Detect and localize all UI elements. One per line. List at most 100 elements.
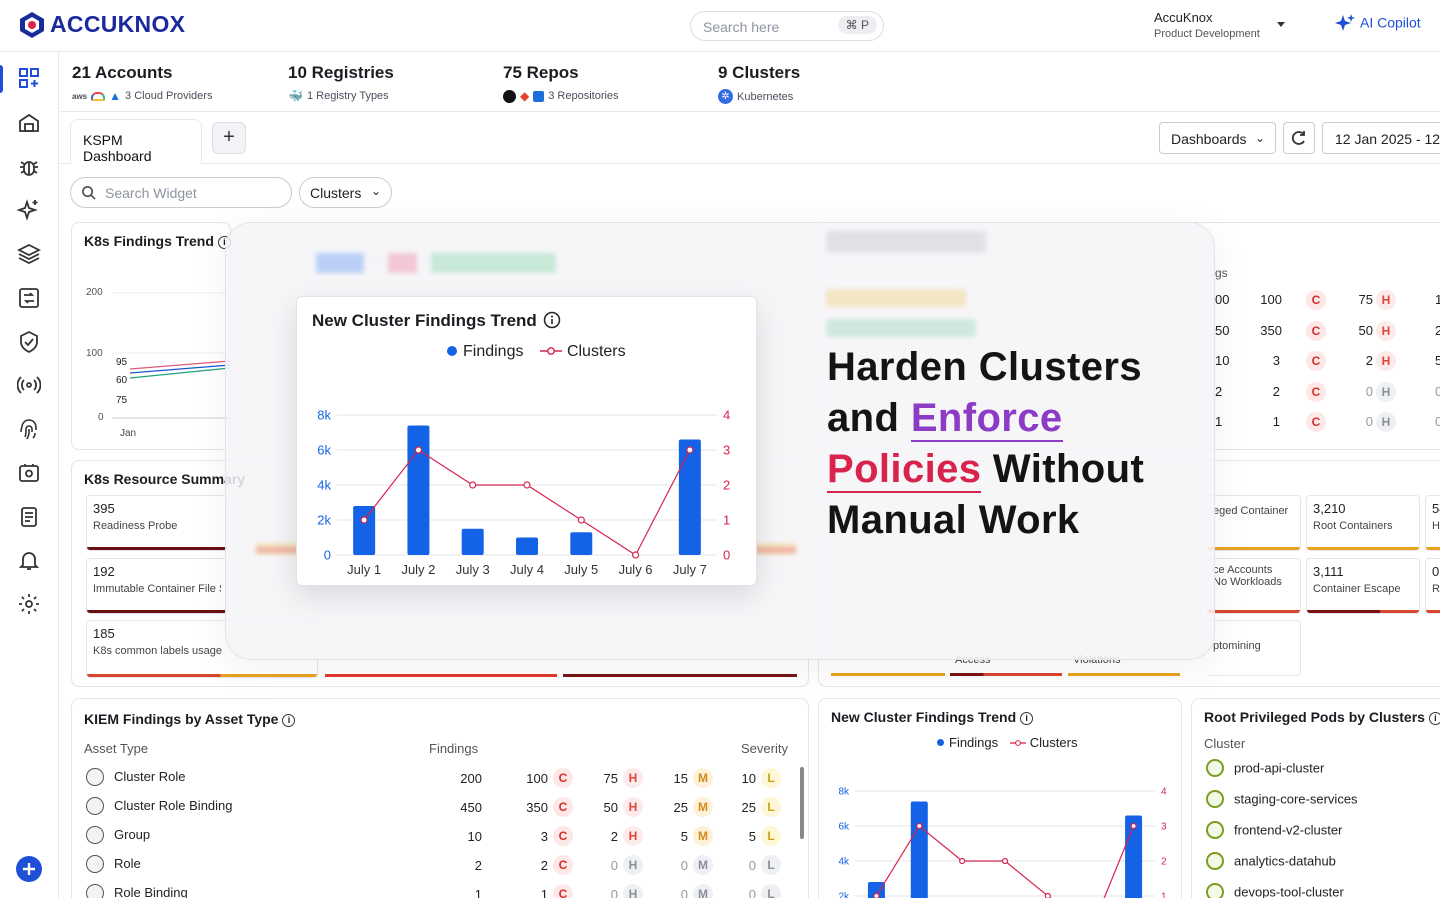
report-icon[interactable] (17, 505, 41, 529)
tile-severity-bar (1207, 610, 1300, 613)
list-item[interactable]: analytics-datahub (1206, 852, 1336, 870)
x-tick-label: July 4 (510, 562, 544, 577)
point-clusters[interactable] (577, 516, 585, 524)
resource-tile-service-accounts[interactable]: ce Accounts No Workloads (1207, 558, 1301, 614)
y-tick-right-label: 1 (1161, 892, 1167, 898)
cell-value: 15 (1435, 292, 1440, 307)
stat-repos[interactable]: 75 Repos ◆ 3 Repositories (503, 63, 619, 103)
top-bar: ACCUKNOX Search here ⌘ P AccuKnox Produc… (0, 0, 1440, 52)
asset-type-name: Group (114, 827, 151, 842)
compare-icon[interactable] (17, 286, 41, 310)
point-clusters[interactable] (1001, 857, 1009, 865)
chevron-down-icon: ⌄ (370, 184, 381, 198)
point-clusters[interactable] (414, 446, 423, 454)
global-search-input[interactable]: Search here ⌘ P (690, 11, 884, 41)
point-clusters[interactable] (360, 516, 368, 524)
point-clusters[interactable] (631, 551, 640, 559)
bar-findings[interactable] (516, 537, 538, 556)
sparkle-icon[interactable] (17, 198, 41, 222)
tab-kspm-dashboard[interactable]: KSPM Dashboard (70, 119, 202, 164)
severity-high-count: 2 (610, 829, 618, 844)
table-row[interactable]: Group 10 3 C 2 H 5 M 5 L (84, 825, 794, 849)
account-dropdown-chevron-icon[interactable] (1277, 22, 1285, 27)
settings-box-icon[interactable] (17, 461, 41, 485)
tile-value: 0 (1432, 564, 1440, 579)
clusters-filter-dropdown[interactable]: Clusters ⌄ (299, 177, 392, 208)
table-row[interactable]: Role 2 2 C 0 H 0 M 0 L (84, 854, 794, 878)
bar-findings[interactable] (353, 506, 376, 555)
layers-icon[interactable] (17, 242, 41, 266)
bell-icon[interactable] (17, 548, 41, 572)
add-tab-button[interactable]: + (212, 122, 246, 154)
y-tick-200: 200 (86, 287, 103, 298)
cell-value: 50 (1215, 322, 1230, 338)
ai-copilot-button[interactable]: AI Copilot (1334, 13, 1421, 35)
add-icon[interactable] (16, 856, 42, 882)
stat-clusters[interactable]: 9 Clusters ✲ Kubernetes (718, 63, 800, 104)
brand-name[interactable]: ACCUKNOX (50, 11, 185, 38)
resource-tile-host[interactable]: 54 Ho (1425, 495, 1440, 551)
point-clusters[interactable] (1044, 892, 1051, 898)
resource-tile-root-containers[interactable]: 3,210 Root Containers (1306, 495, 1420, 551)
point-clusters[interactable] (523, 481, 531, 489)
scrollbar-thumb[interactable] (800, 767, 804, 839)
point-clusters[interactable] (1130, 822, 1137, 830)
severity-critical-count: 1 (540, 887, 548, 898)
bar-findings[interactable] (570, 532, 593, 555)
resource-tile-re[interactable]: 0 Re (1425, 558, 1440, 614)
stat-accounts[interactable]: 21 Accounts aws ▲ 3 Cloud Providers (72, 63, 212, 103)
tile-value: 3,210 (1313, 501, 1346, 516)
list-item[interactable]: frontend-v2-cluster (1206, 821, 1342, 839)
headline-line-4: Manual Work (827, 498, 1080, 542)
stat-registries[interactable]: 10 Registries 🐳 1 Registry Types (288, 63, 394, 103)
point-clusters[interactable] (916, 822, 923, 830)
x-label-jan: Jan (120, 428, 137, 439)
cell-value: 75 (1358, 292, 1373, 307)
resource-tile-immutable-fs[interactable]: 192 Immutable Container File System (86, 558, 228, 614)
list-item[interactable]: prod-api-cluster (1206, 759, 1324, 777)
shield-icon[interactable] (17, 330, 41, 354)
stat-accounts-sub: 3 Cloud Providers (125, 90, 213, 102)
point-clusters[interactable] (686, 446, 694, 454)
severity-high-badge: H (623, 884, 643, 898)
fingerprint-icon[interactable] (17, 417, 41, 441)
bug-icon[interactable] (17, 155, 41, 179)
info-icon[interactable]: i (1428, 711, 1440, 725)
severity-critical-count: 100 (526, 771, 548, 786)
list-item[interactable]: staging-core-services (1206, 790, 1358, 808)
dashboards-dropdown[interactable]: Dashboards ⌄ (1159, 122, 1276, 154)
bar-findings[interactable] (407, 425, 430, 556)
broadcast-icon[interactable] (17, 373, 41, 397)
x-tick-label: July 2 (401, 562, 435, 577)
accuknox-logo-icon[interactable] (18, 11, 46, 39)
popup-chart-svg: 0 2k 4k 6k 8k 0 1 2 3 4 July 1 July 2 July 3 July 4 Ju… (317, 408, 730, 577)
resource-tile-cryptomining[interactable]: ptomining (1207, 620, 1301, 676)
table-row[interactable]: Cluster Role Binding 450 350 C 50 H 25 M 25 L (84, 796, 794, 820)
severity-low-count: 10 (741, 771, 756, 786)
resource-tile-readiness-probe[interactable]: 395 Readiness Probe (86, 495, 228, 551)
dashboard-icon[interactable] (17, 66, 41, 90)
resource-tile-container-escape[interactable]: 3,111 Container Escape (1306, 558, 1420, 614)
table-row[interactable]: Cluster Role 200 100 C 75 H 15 M 10 L (84, 767, 794, 791)
bar-findings[interactable] (678, 439, 701, 556)
point-clusters[interactable] (959, 857, 966, 865)
point-clusters[interactable] (873, 892, 880, 898)
bar-findings[interactable] (910, 801, 928, 898)
info-icon[interactable]: i (282, 713, 296, 727)
resource-tile-privileged-container[interactable]: eged Container (1207, 495, 1301, 551)
table-row[interactable]: Role Binding 1 1 C 0 H 0 M 0 L (84, 883, 794, 898)
asset-type-icon (86, 768, 104, 786)
inventory-icon[interactable] (17, 111, 41, 135)
point-clusters[interactable] (469, 481, 477, 489)
list-item[interactable]: devops-tool-cluster (1206, 883, 1344, 898)
clusters-filter-label: Clusters (310, 185, 362, 201)
aws-icon: aws (72, 91, 88, 101)
search-widget-input[interactable]: Search Widget (70, 177, 292, 208)
refresh-button[interactable] (1283, 122, 1315, 154)
bar-findings[interactable] (461, 528, 484, 555)
gear-icon[interactable] (17, 592, 41, 616)
date-range-picker[interactable]: 12 Jan 2025 - 12 Feb 2025 (1322, 122, 1440, 154)
col-asset-type: Asset Type (84, 741, 149, 756)
account-name[interactable]: AccuKnox (1154, 10, 1213, 25)
severity-medium-badge: M (693, 797, 713, 817)
